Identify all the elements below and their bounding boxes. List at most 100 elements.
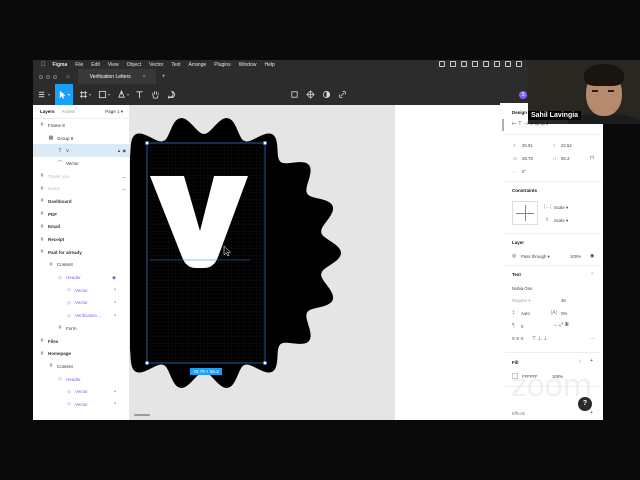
- apple-icon[interactable]: : [41, 62, 46, 68]
- menu-file[interactable]: File: [75, 62, 83, 68]
- link-icon[interactable]: [336, 84, 348, 105]
- layer-row[interactable]: # Email: [33, 221, 129, 234]
- layer-row[interactable]: # Files: [33, 335, 129, 348]
- layer-row[interactable]: ⌒ Vector: [33, 157, 129, 170]
- layer-row[interactable]: ▦ Group 8: [33, 132, 129, 145]
- layer-row[interactable]: # Home —: [33, 182, 129, 195]
- component-tool-icon[interactable]: [304, 84, 316, 105]
- text-styles-icon[interactable]: ⁘: [590, 271, 594, 277]
- layer-row[interactable]: ◇ Header ◆: [33, 271, 129, 284]
- home-icon[interactable]: ⌂: [66, 74, 70, 80]
- tray-icon[interactable]: [516, 61, 522, 67]
- menu-edit[interactable]: Edit: [91, 62, 100, 68]
- fill-style-icon[interactable]: ⁘: [578, 359, 582, 365]
- hidden-icon[interactable]: —: [122, 174, 126, 179]
- text-tool-button[interactable]: [133, 84, 145, 105]
- file-tab[interactable]: Verification Letters ×: [77, 69, 156, 84]
- tab-design[interactable]: Design: [512, 110, 527, 115]
- tray-icon[interactable]: [483, 61, 489, 67]
- tab-layers[interactable]: Layers: [40, 109, 55, 114]
- add-effect-icon[interactable]: +: [590, 410, 593, 416]
- horizontal-constraint-select[interactable]: Scale ▾: [554, 205, 568, 211]
- constraints-widget[interactable]: [512, 201, 538, 225]
- layer-row[interactable]: # Receipt: [33, 233, 129, 246]
- text-more-options-icon[interactable]: ⋯: [590, 336, 595, 342]
- resize-handle[interactable]: [145, 141, 149, 145]
- crop-icon[interactable]: [288, 84, 300, 105]
- layer-row[interactable]: # Homepage: [33, 347, 129, 360]
- close-window-button[interactable]: [39, 74, 43, 79]
- h-input[interactable]: 55.3: [561, 156, 569, 161]
- menu-text[interactable]: Text: [171, 62, 180, 68]
- layer-row[interactable]: # Content: [33, 360, 129, 373]
- add-fill-icon[interactable]: +: [590, 358, 593, 364]
- tray-icon[interactable]: [450, 61, 456, 67]
- w-input[interactable]: 28.78: [522, 156, 533, 161]
- layer-row[interactable]: ◇ Verification ... •: [33, 309, 129, 322]
- zoom-window-button[interactable]: [53, 74, 57, 79]
- layer-opacity-input[interactable]: 100%: [570, 254, 581, 259]
- layer-row[interactable]: ◇ Vector •: [33, 398, 129, 411]
- layer-row[interactable]: ◇ Header: [33, 373, 129, 386]
- resize-handle[interactable]: [145, 361, 149, 365]
- canvas-vertical-scroll[interactable]: [392, 105, 395, 420]
- hand-tool-button[interactable]: [149, 84, 161, 105]
- menu-view[interactable]: View: [108, 62, 119, 68]
- resize-handle[interactable]: [263, 361, 267, 365]
- menu-vector[interactable]: Vector: [149, 62, 163, 68]
- main-menu-icon[interactable]: ▾: [37, 84, 51, 105]
- layer-visibility-icon[interactable]: ◉: [590, 253, 594, 259]
- mask-icon[interactable]: [320, 84, 332, 105]
- blend-mode-select[interactable]: Pass through ▾: [521, 254, 550, 260]
- canvas-horizontal-scrollbar[interactable]: [134, 414, 150, 416]
- frame-tool-button[interactable]: ▾: [77, 84, 93, 105]
- layer-row[interactable]: # Frame 8: [33, 119, 129, 132]
- font-family-select[interactable]: Nubia One: [512, 286, 533, 291]
- canvas[interactable]: 33.79 × 55.3: [130, 105, 392, 420]
- layer-row[interactable]: ◇ Vector •: [33, 284, 129, 297]
- text-resize-buttons-icon[interactable]: ↔ ⤢ ▣: [553, 322, 569, 328]
- menu-object[interactable]: Object: [127, 62, 141, 68]
- text-align-buttons-icon[interactable]: ≡ ≡ ≡ ⊤ ⊥ ⊥: [512, 336, 548, 342]
- tray-icon[interactable]: [472, 61, 478, 67]
- layer-row[interactable]: # Dashboard: [33, 195, 129, 208]
- move-tool-button[interactable]: ▾: [55, 84, 73, 105]
- layer-row[interactable]: # Thank you —: [33, 170, 129, 183]
- font-size-input[interactable]: 46: [561, 298, 566, 303]
- close-tab-icon[interactable]: ×: [143, 74, 146, 80]
- line-height-input[interactable]: Auto: [521, 311, 530, 316]
- resize-handle[interactable]: [263, 141, 267, 145]
- tab-assets[interactable]: Assets: [62, 109, 76, 114]
- eye-icon[interactable]: ◉: [123, 148, 127, 153]
- panel-scrollbar[interactable]: [502, 119, 504, 131]
- constrain-proportions-icon[interactable]: ⊓: [590, 155, 594, 161]
- constraint-h-line[interactable]: [516, 213, 534, 214]
- minimize-window-button[interactable]: [46, 74, 50, 79]
- menu-window[interactable]: Window: [239, 62, 257, 68]
- layer-row[interactable]: ◇ Vector •: [33, 297, 129, 310]
- tray-icon[interactable]: [461, 61, 467, 67]
- hidden-icon[interactable]: —: [122, 186, 126, 191]
- layer-row[interactable]: ◇ Vector •: [33, 385, 129, 398]
- lock-icon[interactable]: 🔒︎: [118, 148, 120, 153]
- x-input[interactable]: 25.91: [522, 143, 533, 148]
- layer-row[interactable]: T V 🔒︎ ◉: [33, 144, 129, 158]
- layer-row[interactable]: # Content: [33, 259, 129, 272]
- paragraph-spacing-input[interactable]: 0: [521, 324, 523, 329]
- layer-row[interactable]: # Paid for already: [33, 246, 129, 259]
- new-tab-icon[interactable]: +: [162, 74, 166, 80]
- menu-plugins[interactable]: Plugins: [214, 62, 230, 68]
- pen-tool-button[interactable]: ▾: [115, 84, 131, 105]
- vertical-constraint-select[interactable]: Scale ▾: [554, 218, 568, 224]
- y-input[interactable]: 22.52: [561, 143, 572, 148]
- help-button[interactable]: ?: [578, 397, 592, 411]
- comment-tool-button[interactable]: [165, 84, 177, 105]
- page-selector[interactable]: Page 1 ▾: [105, 109, 123, 115]
- tray-icon[interactable]: [505, 61, 511, 67]
- layer-row[interactable]: # Form: [33, 322, 129, 335]
- font-weight-select[interactable]: Regular ▾: [512, 298, 530, 304]
- menu-arrange[interactable]: Arrange: [188, 62, 206, 68]
- avatar[interactable]: S: [518, 84, 528, 105]
- tray-icon[interactable]: [494, 61, 500, 67]
- menu-help[interactable]: Help: [264, 62, 274, 68]
